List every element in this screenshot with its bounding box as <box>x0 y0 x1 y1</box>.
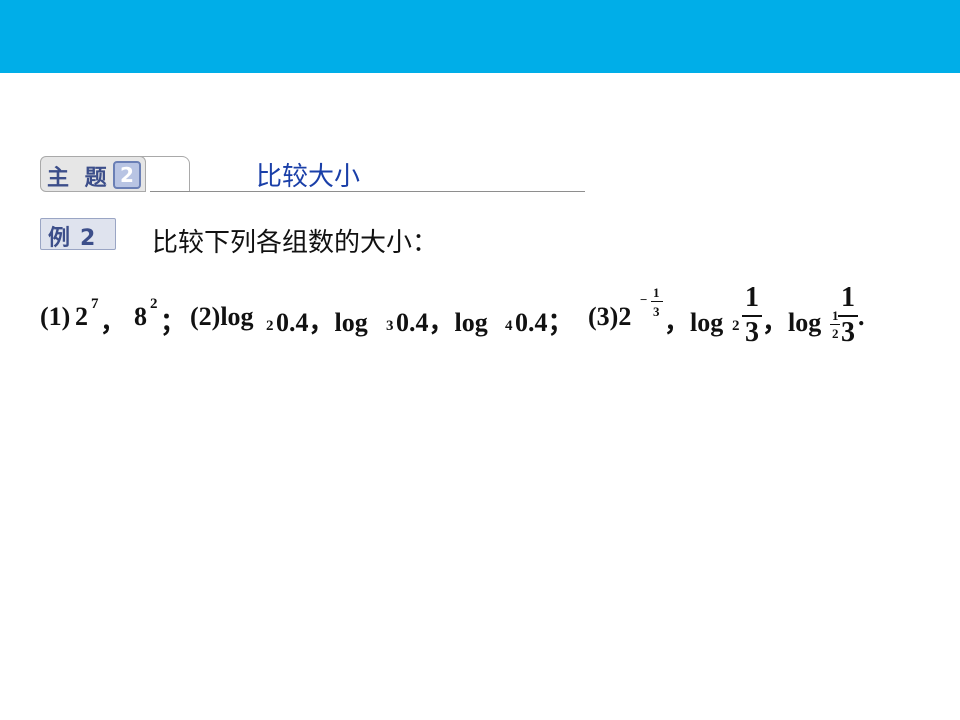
p1-label: (1) <box>40 302 71 331</box>
p3-frac1-denominator: 3 <box>745 317 759 348</box>
example-badge-label: 例2 <box>48 220 105 252</box>
p3-log-base2-bar <box>830 324 840 325</box>
p3-frac1-numerator: 1 <box>745 282 759 313</box>
example-number: 2 <box>80 226 106 251</box>
p2-sub1: 2 <box>266 318 274 334</box>
p3-label: (3)2 <box>588 302 632 331</box>
p1-separator: ， <box>100 308 127 337</box>
p2-value2: 0.4，log <box>396 308 488 337</box>
p3-frac2-numerator: 1 <box>841 282 855 313</box>
p3-exp-fraction-bar <box>651 301 663 302</box>
topic-badge-label: 主 题 <box>47 166 111 191</box>
p1-end: ； <box>160 308 187 337</box>
p1-exponent2: 2 <box>150 296 158 312</box>
p2-sub3: 4 <box>505 318 513 334</box>
p3-frac2-denominator: 3 <box>841 317 855 348</box>
p1-base2: 8 <box>134 302 147 331</box>
p2-value1: 0.4，log <box>276 308 368 337</box>
p3-exp-numerator: 1 <box>653 285 660 300</box>
p3-separator1: ，log <box>664 308 724 337</box>
example-prompt: 比较下列各组数的大小： <box>152 228 439 258</box>
p3-exp-denominator: 3 <box>653 304 660 319</box>
p3-separator2: ，log <box>762 308 822 337</box>
p2-sub2: 3 <box>386 318 394 334</box>
topic-tab-shape <box>140 156 190 192</box>
topic-header: 主 题 2 比较大小 <box>40 156 585 196</box>
topic-title: 比较大小 <box>256 162 361 192</box>
p3-log-base2-denominator: 2 <box>832 326 839 341</box>
p3-exp-minus: − <box>640 292 648 307</box>
p2-value3: 0.4； <box>515 308 574 337</box>
p2-label: (2)log <box>190 302 254 331</box>
problem-expression: (1) 2 7 ， 8 2 ； (2)log 2 0.4，log 3 0.4，l… <box>40 280 920 350</box>
topic-badge-number: 2 <box>113 161 141 189</box>
p1-exponent: 7 <box>91 296 99 312</box>
p3-log-base1: 2 <box>732 318 740 334</box>
example-label-char: 例 <box>48 226 81 251</box>
topic-badge: 主 题 2 <box>40 156 146 192</box>
top-banner <box>0 0 960 73</box>
topic-underline <box>150 191 585 192</box>
p3-end: . <box>858 302 865 331</box>
example-badge: 例2 <box>40 218 116 252</box>
p1-base: 2 <box>75 302 88 331</box>
